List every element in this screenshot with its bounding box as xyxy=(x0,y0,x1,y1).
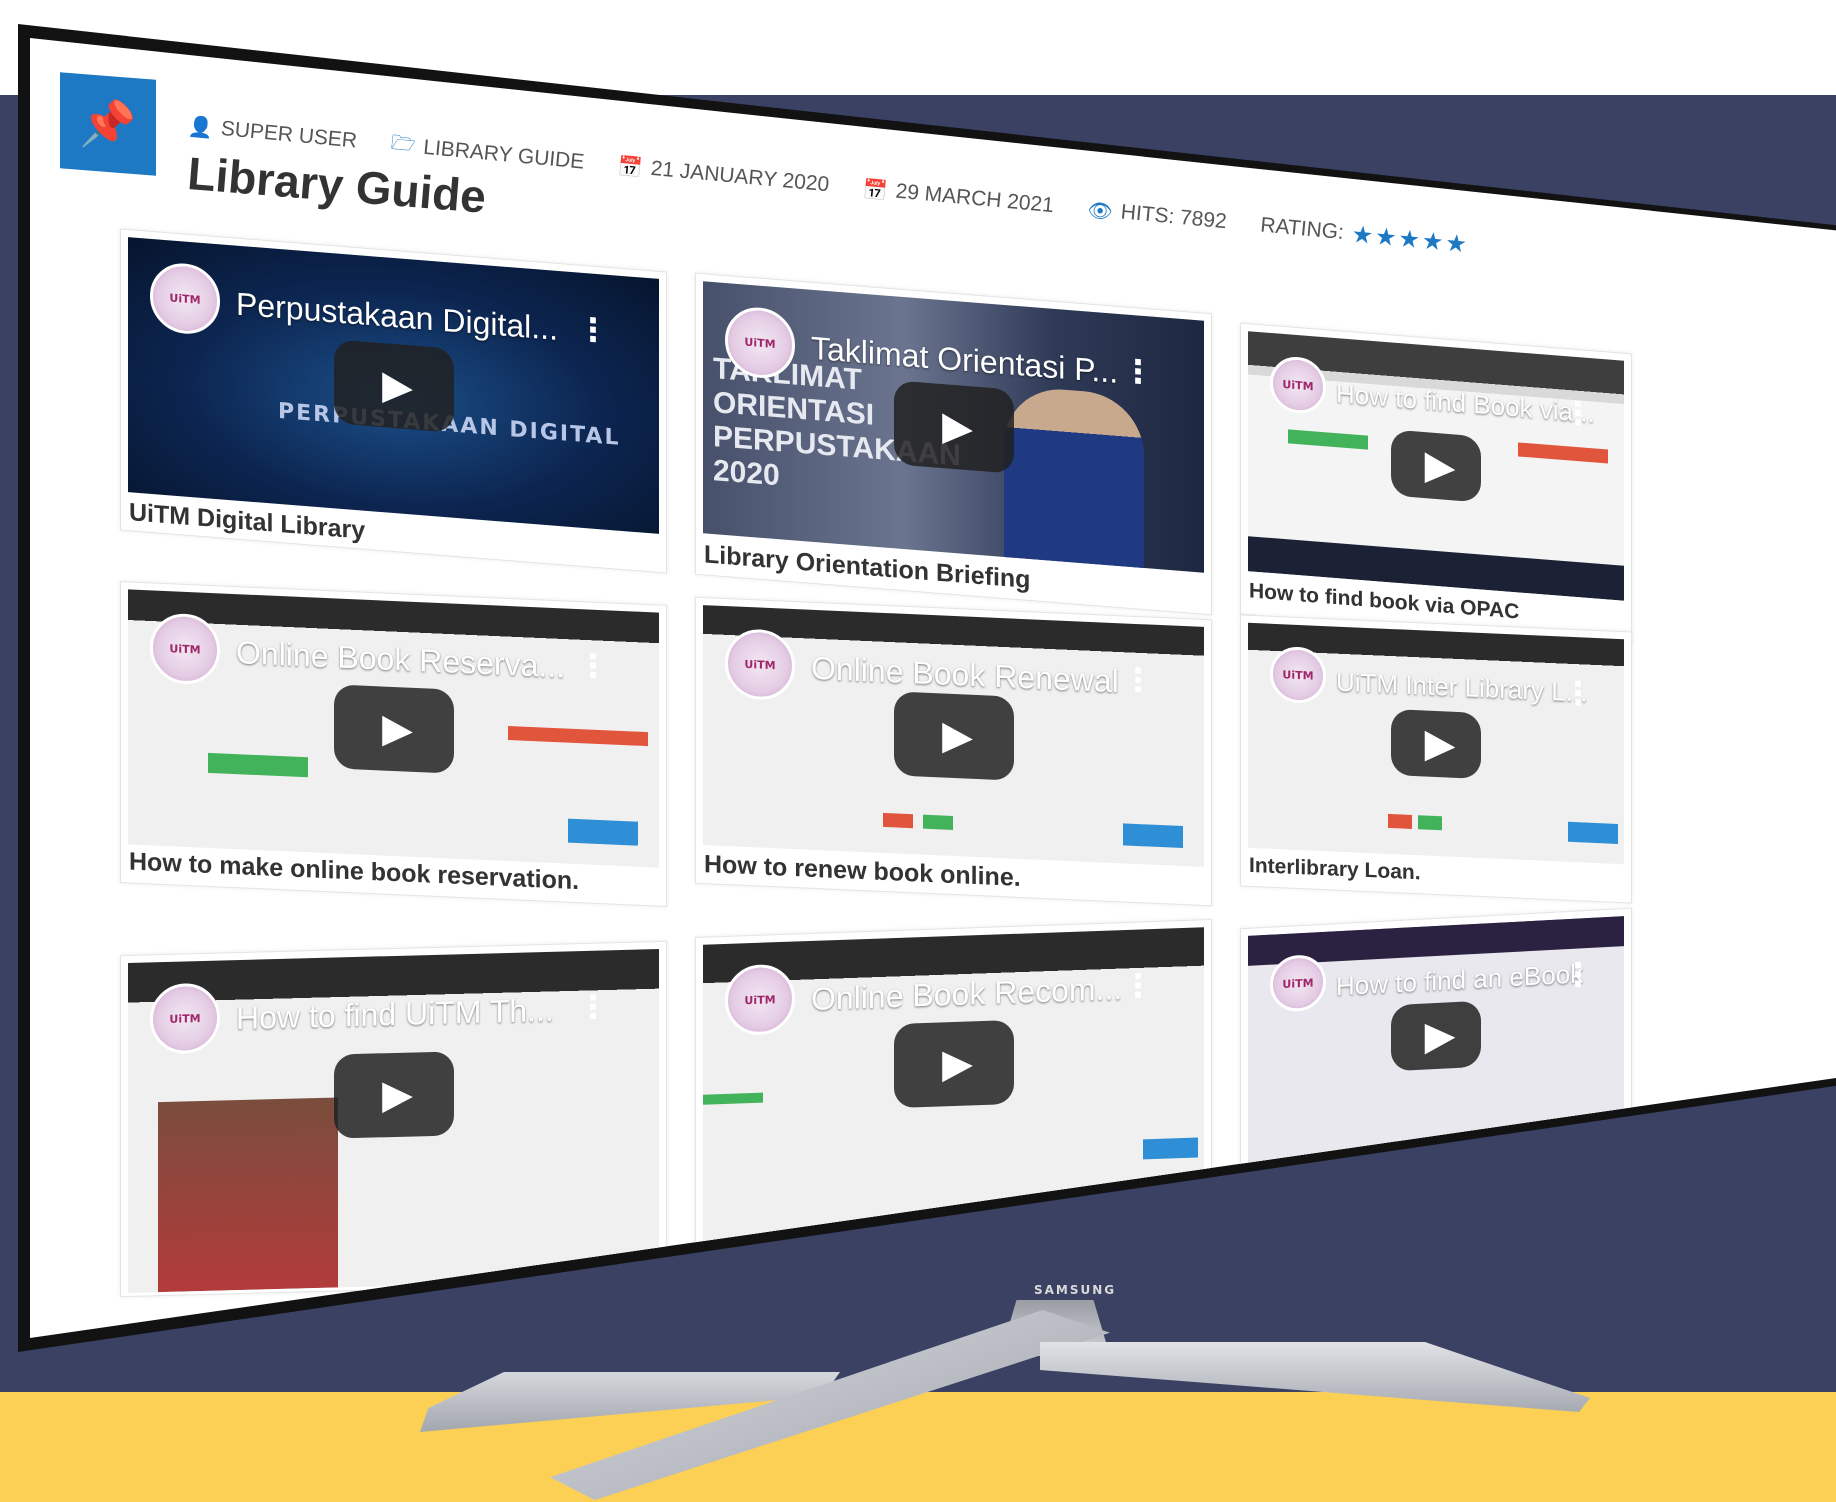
play-icon: ▶ xyxy=(1424,1012,1456,1060)
video-card: UiTM UiTM Inter Library L... ⋮ ▶ Interli… xyxy=(1240,614,1632,904)
channel-logo[interactable]: UiTM xyxy=(150,612,220,686)
channel-logo[interactable]: UiTM xyxy=(150,260,220,337)
video-card: UiTM How to find UiTM Th... ⋮ ▶ xyxy=(120,940,667,1298)
meta-rating-label: RATING: xyxy=(1259,213,1345,245)
video-title[interactable]: Perpustakaan Digital... xyxy=(236,286,558,348)
play-icon: ▶ xyxy=(942,403,973,452)
play-button[interactable]: ▶ xyxy=(1391,708,1481,779)
channel-logo[interactable]: UiTM xyxy=(150,982,220,1055)
thumbnail-ui-block xyxy=(1288,429,1368,450)
channel-logo[interactable]: UiTM xyxy=(725,963,795,1036)
video-thumbnail[interactable]: PERPUSTAKAAN DIGITAL UiTM Perpustakaan D… xyxy=(128,237,659,534)
video-title[interactable]: How to find an eBook xyxy=(1336,958,1583,1002)
play-icon: ▶ xyxy=(382,361,413,411)
play-button[interactable]: ▶ xyxy=(893,1019,1014,1109)
play-icon: ▶ xyxy=(1424,442,1456,491)
play-button[interactable]: ▶ xyxy=(333,1051,454,1139)
video-title[interactable]: How to find UiTM Th... xyxy=(236,992,554,1037)
video-card: UiTM Online Book Renewal ⋮ ▶ How to rene… xyxy=(695,596,1212,907)
kebab-menu-icon[interactable]: ⋮ xyxy=(577,646,609,685)
meta-created: 📅 21 JANUARY 2020 xyxy=(617,153,830,197)
play-button[interactable]: ▶ xyxy=(1391,1000,1481,1072)
kebab-menu-icon[interactable]: ⋮ xyxy=(577,987,609,1026)
thumbnail-ui-block xyxy=(703,1092,763,1105)
thumbnail-ui-block xyxy=(158,1097,338,1293)
presenter-figure xyxy=(1004,384,1144,573)
video-title[interactable]: Online Book Recom... xyxy=(811,970,1122,1018)
video-title[interactable]: Online Book Renewal xyxy=(811,650,1119,700)
star-rating-icon[interactable]: ★★★★★ xyxy=(1350,219,1470,259)
thumbnail-ui-block xyxy=(568,818,638,846)
channel-logo[interactable]: UiTM xyxy=(725,628,795,702)
channel-logo[interactable]: UiTM xyxy=(1270,953,1326,1013)
thumbnail-ui-block xyxy=(1388,813,1412,829)
meta-hits: 👁 HITS: 7892 xyxy=(1086,197,1228,235)
pin-badge: 📌 xyxy=(60,72,156,176)
play-button[interactable]: ▶ xyxy=(893,380,1014,474)
meta-author-text: SUPER USER xyxy=(219,117,358,153)
meta-hits-text: HITS: 7892 xyxy=(1119,200,1228,234)
tv-brand-label: SAMSUNG xyxy=(1034,1283,1117,1297)
play-icon: ▶ xyxy=(382,705,413,753)
video-title[interactable]: How to find Book via... xyxy=(1336,378,1595,429)
meta-modified: 📅 29 MARCH 2021 xyxy=(862,176,1055,219)
thumbnail-ui-block xyxy=(1568,821,1618,844)
video-thumbnail[interactable]: UiTM How to find UiTM Th... ⋮ ▶ xyxy=(128,949,659,1293)
play-button[interactable]: ▶ xyxy=(333,338,454,433)
calendar-icon: 📅 xyxy=(861,178,889,203)
kebab-menu-icon[interactable]: ⋮ xyxy=(1122,660,1154,699)
video-thumbnail[interactable]: UiTM UiTM Inter Library L... ⋮ ▶ xyxy=(1248,622,1624,865)
video-thumbnail[interactable]: UiTM Online Book Reserva... ⋮ ▶ xyxy=(128,589,659,868)
video-thumbnail[interactable]: UiTM Online Book Renewal ⋮ ▶ xyxy=(703,605,1204,867)
video-title[interactable]: Online Book Reserva... xyxy=(236,634,565,685)
meta-created-text: 21 JANUARY 2020 xyxy=(649,156,831,197)
video-card: UiTM How to find Book via... ⋮ ▶ How to … xyxy=(1240,322,1632,646)
play-button[interactable]: ▶ xyxy=(333,683,454,774)
play-icon: ▶ xyxy=(942,712,973,760)
kebab-menu-icon[interactable]: ⋮ xyxy=(1122,966,1154,1005)
video-card: PERPUSTAKAAN DIGITAL UiTM Perpustakaan D… xyxy=(120,228,667,574)
thumbnail-ui-block xyxy=(923,814,953,830)
pin-icon: 📌 xyxy=(79,94,137,154)
video-card: TAKLIMAT ORIENTASI PERPUSTAKAAN 2020 UiT… xyxy=(695,272,1212,616)
kebab-menu-icon[interactable]: ⋮ xyxy=(1562,674,1594,713)
thumbnail-ui-block xyxy=(1518,442,1608,464)
meta-modified-text: 29 MARCH 2021 xyxy=(894,179,1055,218)
play-icon: ▶ xyxy=(942,1040,973,1088)
channel-logo[interactable]: UiTM xyxy=(1270,354,1326,416)
video-thumbnail[interactable]: UiTM How to find Book via... ⋮ ▶ xyxy=(1248,331,1624,601)
user-icon: 👤 xyxy=(187,115,214,140)
play-icon: ▶ xyxy=(382,1071,413,1118)
thumbnail-ui-block xyxy=(1418,815,1442,831)
video-thumbnail[interactable]: TAKLIMAT ORIENTASI PERPUSTAKAAN 2020 UiT… xyxy=(703,281,1204,573)
thumbnail-ui-block xyxy=(508,725,648,747)
play-button[interactable]: ▶ xyxy=(1391,429,1481,503)
folder-icon: 🗁 xyxy=(389,131,417,156)
video-caption: Interlibrary Loan. xyxy=(1249,853,1421,885)
kebab-menu-icon[interactable]: ⋮ xyxy=(1122,351,1154,392)
thumbnail-ui-block xyxy=(1143,1137,1198,1160)
calendar-icon: 📅 xyxy=(616,155,644,180)
thumbnail-ui-block xyxy=(883,812,913,829)
meta-rating: RATING: ★★★★★ xyxy=(1259,211,1470,259)
eye-icon: 👁 xyxy=(1086,198,1114,224)
play-icon: ▶ xyxy=(1424,720,1456,768)
play-button[interactable]: ▶ xyxy=(893,691,1014,781)
kebab-menu-icon[interactable]: ⋮ xyxy=(577,309,609,350)
thumbnail-ui-block xyxy=(208,752,308,778)
thumbnail-ui-block xyxy=(1123,823,1183,849)
video-title[interactable]: UiTM Inter Library L... xyxy=(1336,667,1587,709)
kebab-menu-icon[interactable]: ⋮ xyxy=(1562,955,1594,995)
kebab-menu-icon[interactable]: ⋮ xyxy=(1562,393,1594,434)
channel-logo[interactable]: UiTM xyxy=(1270,645,1326,705)
video-card: UiTM Online Book Reserva... ⋮ ▶ How to m… xyxy=(120,581,667,907)
